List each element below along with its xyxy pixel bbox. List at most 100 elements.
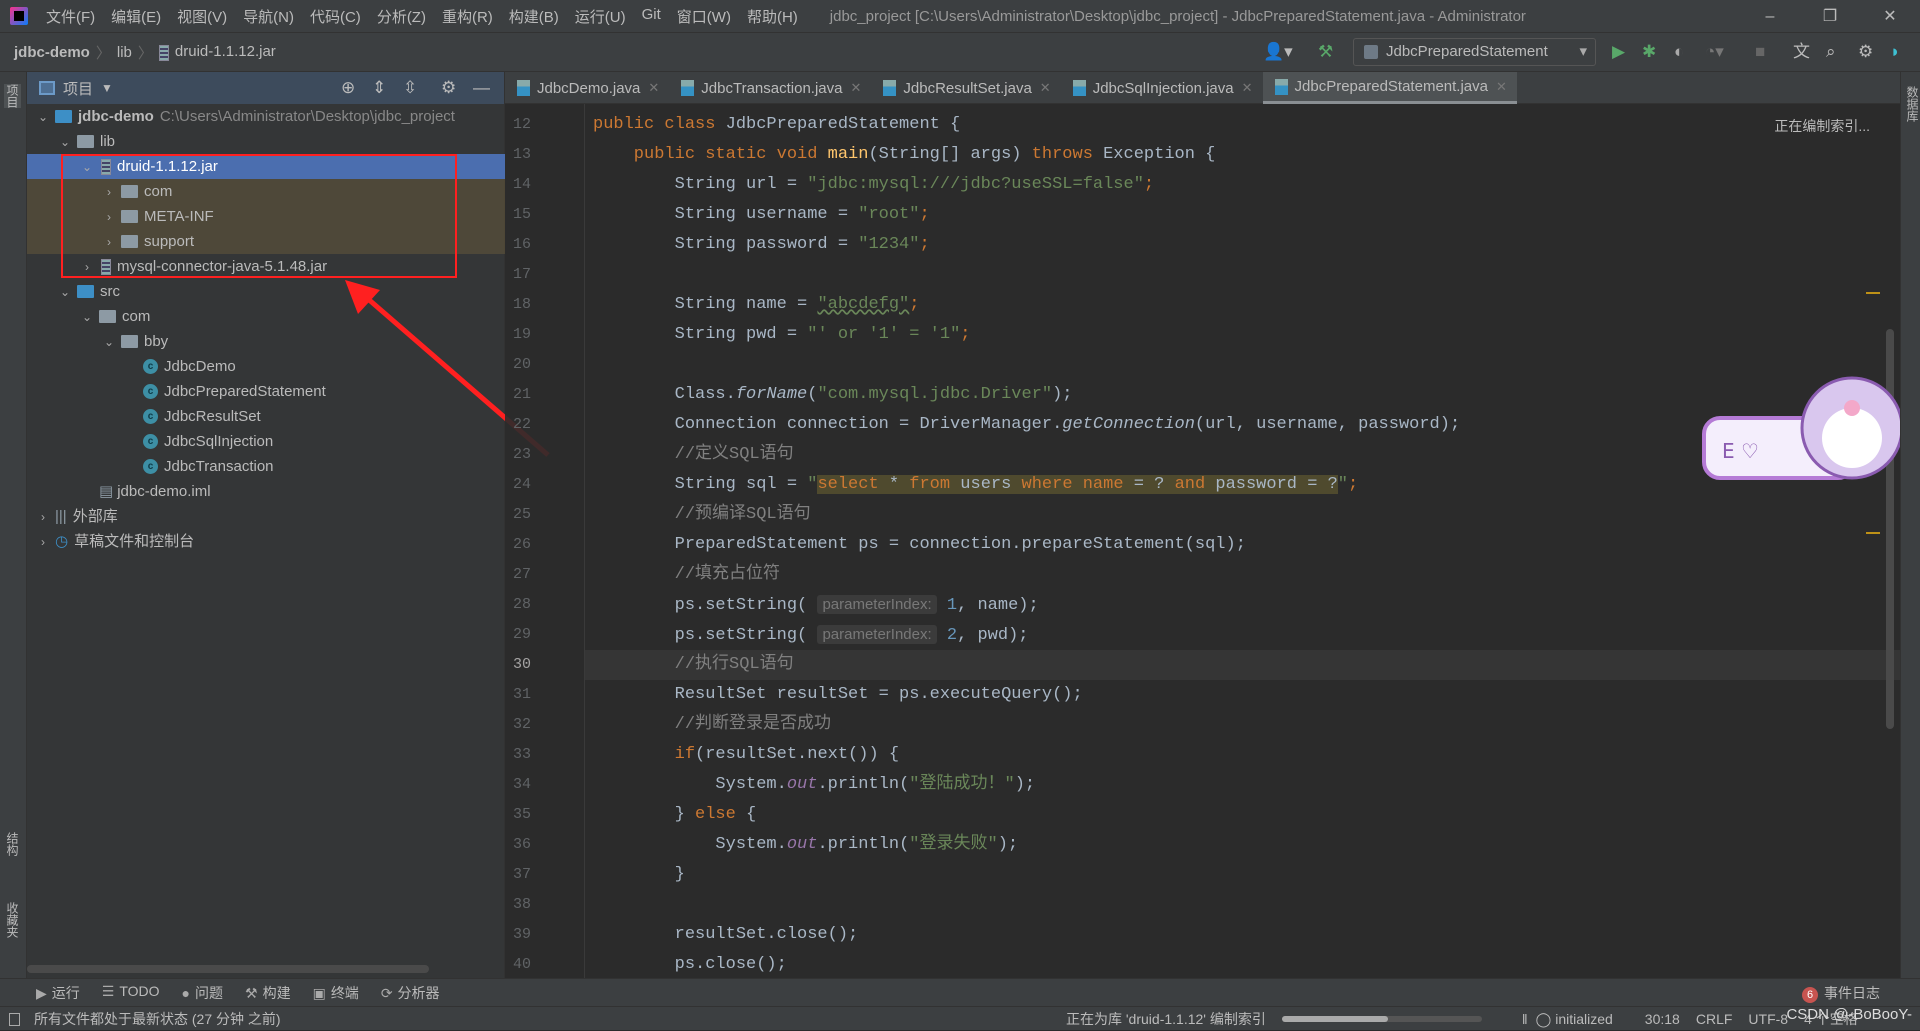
close-tab-icon[interactable]: ✕ <box>1040 80 1051 96</box>
menu-item[interactable]: 重构(R) <box>434 6 501 27</box>
editor-tab[interactable]: JdbcResultSet.java ✕ <box>871 72 1060 104</box>
gear-icon[interactable]: ⚙ <box>441 78 456 98</box>
run-config-label: JdbcPreparedStatement <box>1386 43 1548 60</box>
project-view-select[interactable]: 项目 <box>63 78 93 99</box>
menu-item[interactable]: 帮助(H) <box>739 6 806 27</box>
code-line: ResultSet resultSet = ps.executeQuery(); <box>593 680 1083 710</box>
chevron-right-icon[interactable]: › <box>35 530 51 555</box>
run-configuration-select[interactable]: JdbcPreparedStatement ▾ <box>1353 38 1596 66</box>
chevron-down-icon[interactable]: ⌄ <box>57 280 73 305</box>
code-token: //填充占位符 <box>593 565 781 584</box>
tree-item[interactable]: › ◷ 草稿文件和控制台 <box>27 529 505 554</box>
tree-item[interactable]: ⌄ jdbc-demo C:\Users\Administrator\Desktop… <box>27 104 505 129</box>
close-tab-icon[interactable]: ✕ <box>1496 79 1507 95</box>
chevron-down-icon[interactable]: ⌄ <box>101 330 117 355</box>
coverage-icon[interactable]: ◐ <box>1674 41 1684 63</box>
translate-icon[interactable]: 文 <box>1793 41 1810 63</box>
tree-item[interactable]: ▤ jdbc-demo.iml <box>27 479 505 504</box>
tool-window-button[interactable]: ⟳ 分析器 <box>381 983 440 1003</box>
folder-icon <box>77 134 94 148</box>
debug-icon[interactable]: ✱ <box>1642 41 1656 63</box>
tool-window-button[interactable]: ⚒ 构建 <box>245 983 291 1003</box>
code-token: public class <box>593 115 726 134</box>
collapse-all-icon[interactable]: ⇳ <box>403 78 417 98</box>
code-line: //预编译SQL语句 <box>593 500 811 530</box>
close-button[interactable]: ✕ <box>1860 0 1920 33</box>
breadcrumb-jar[interactable]: druid-1.1.12.jar <box>153 43 282 61</box>
run-icon[interactable]: ▶ <box>1612 41 1625 63</box>
chevron-down-icon[interactable]: ⌄ <box>79 305 95 330</box>
restore-button[interactable]: ❐ <box>1800 0 1860 33</box>
tree-item[interactable]: › ||| 外部库 <box>27 504 505 529</box>
close-tab-icon[interactable]: ✕ <box>648 80 659 96</box>
code-token: (resultSet.next()) { <box>695 745 900 764</box>
user-icon[interactable]: 👤▾ <box>1263 41 1293 63</box>
editor-tab[interactable]: JdbcSqlInjection.java ✕ <box>1061 72 1263 104</box>
editor-tab[interactable]: JdbcPreparedStatement.java ✕ <box>1262 72 1517 104</box>
build-hammer-icon[interactable]: ⚒ <box>1318 41 1333 63</box>
stop-icon[interactable]: ■ <box>1755 41 1765 63</box>
locate-icon[interactable]: ⊕ <box>341 78 355 98</box>
menu-item[interactable]: 编辑(E) <box>103 6 169 27</box>
plugin-icon[interactable]: ◗ <box>1890 41 1900 63</box>
tool-window-button[interactable]: ▶ 运行 <box>36 983 80 1003</box>
toggle-tool-windows-icon[interactable] <box>9 1013 20 1026</box>
indexing-indicator: 正在编制索引... <box>1774 118 1870 134</box>
menu-item[interactable]: 视图(V) <box>169 6 235 27</box>
menu-item[interactable]: 代码(C) <box>302 6 369 27</box>
chevron-right-icon[interactable]: › <box>35 505 51 530</box>
hide-icon[interactable]: — <box>473 78 490 98</box>
warning-marker[interactable] <box>1866 292 1880 294</box>
breadcrumb-lib[interactable]: lib <box>111 44 138 61</box>
scratch-icon: ◷ <box>55 533 69 550</box>
favorites-tool-button[interactable]: 收藏夹 <box>4 902 21 938</box>
menu-item[interactable]: Git <box>634 6 669 27</box>
editor-tab[interactable]: JdbcDemo.java ✕ <box>505 72 669 104</box>
tool-window-button[interactable]: ▣ 终端 <box>313 983 359 1003</box>
tree-item[interactable]: ⌄ lib <box>27 129 505 154</box>
close-tab-icon[interactable]: ✕ <box>1242 80 1253 96</box>
vcs-status[interactable]: ◯ initialized <box>1536 1007 1629 1031</box>
code-token: "登录失败" <box>909 835 998 854</box>
code-editor[interactable]: 12 13 14 15 16 17 18 19 20 21 22 23 24 25 26 27 28 29 30 31… <box>505 104 1900 978</box>
horizontal-scrollbar[interactable] <box>27 965 429 973</box>
warning-marker[interactable] <box>1866 532 1880 534</box>
minimize-button[interactable]: – <box>1740 0 1800 33</box>
menu-item[interactable]: 文件(F) <box>38 6 103 27</box>
tool-window-button[interactable]: ☰ TODO <box>102 983 160 1003</box>
structure-tool-button[interactable]: 结构 <box>4 832 21 856</box>
line-separator[interactable]: CRLF <box>1696 1007 1733 1031</box>
watermark: CSDN @-BoBooY- <box>1786 1006 1912 1023</box>
project-panel-header: 项目 ▼ ⊕ ⇕ ⇳ ⚙ — <box>27 72 504 104</box>
menu-item[interactable]: 分析(Z) <box>369 6 434 27</box>
database-tool-button[interactable]: 数据库 <box>1904 86 1920 122</box>
code-token: and <box>1174 475 1206 494</box>
code-line: String name = "abcdefg"; <box>593 290 920 320</box>
code-line: String url = "jdbc:mysql:///jdbc?useSSL=… <box>593 170 1155 200</box>
chevron-down-icon[interactable]: ⌄ <box>35 105 51 130</box>
code-line: //填充占位符 <box>593 560 780 590</box>
tool-window-button[interactable]: ● 问题 <box>182 983 223 1003</box>
tab-label: JdbcTransaction.java <box>701 79 843 97</box>
project-tool-button[interactable]: 项目 <box>4 84 21 108</box>
expand-all-icon[interactable]: ⇕ <box>372 78 386 98</box>
menu-item[interactable]: 窗口(W) <box>669 6 739 27</box>
close-tab-icon[interactable]: ✕ <box>850 80 861 96</box>
menu-item[interactable]: 运行(U) <box>567 6 634 27</box>
profile-icon[interactable]: ◔▾ <box>1705 41 1724 63</box>
menu-item[interactable]: 构建(B) <box>501 6 567 27</box>
parameter-hint: parameterIndex: <box>817 595 937 614</box>
search-icon[interactable]: ⌕ <box>1826 41 1836 63</box>
menu-item[interactable]: 导航(N) <box>235 6 302 27</box>
caret-position[interactable]: 30:18 <box>1645 1007 1680 1031</box>
file-encoding[interactable]: UTF-8 <box>1748 1007 1788 1031</box>
tool-window-icon: ⟳ <box>380 984 393 1001</box>
code-line: ps.setString( parameterIndex: 2, pwd); <box>593 620 1029 650</box>
event-log-button[interactable]: 6 事件日志 <box>1802 983 1880 1003</box>
settings-icon[interactable]: ⚙ <box>1858 41 1873 63</box>
editor-tab[interactable]: JdbcTransaction.java ✕ <box>669 72 871 104</box>
chevron-down-icon[interactable]: ⌄ <box>57 130 73 155</box>
breadcrumb-project[interactable]: jdbc-demo <box>0 44 96 61</box>
pause-icon[interactable]: ‖ <box>1522 1007 1528 1031</box>
